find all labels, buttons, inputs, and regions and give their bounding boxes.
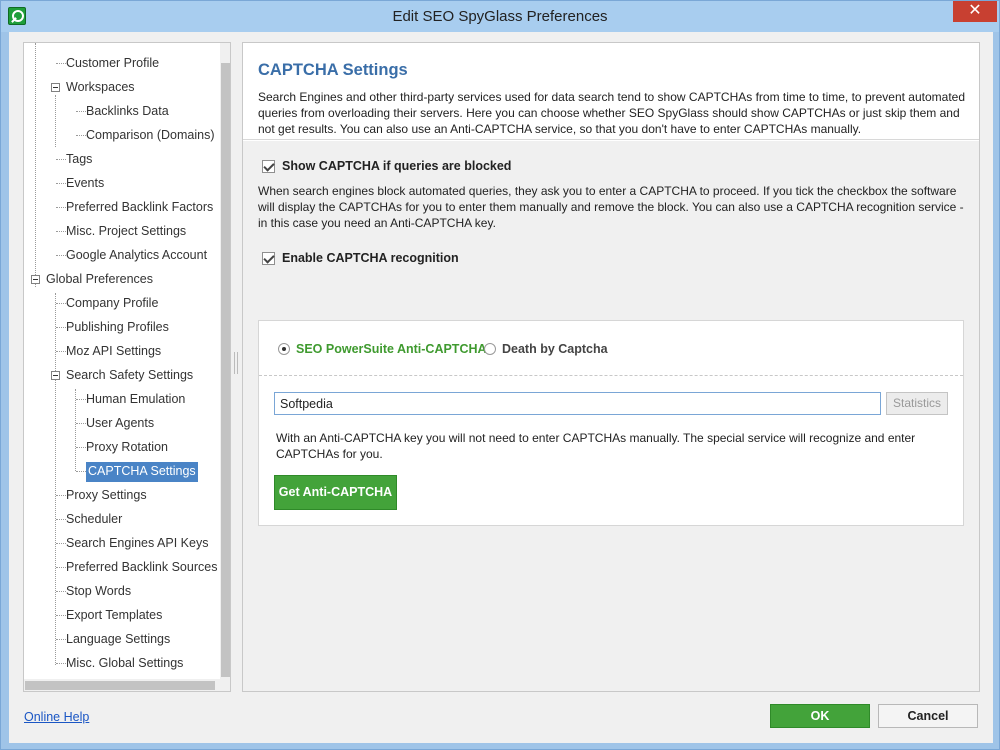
statistics-button[interactable]: Statistics xyxy=(886,392,948,415)
tree-item-human-emulation[interactable]: Human Emulation xyxy=(84,390,187,410)
tree-item-misc-global-settings[interactable]: Misc. Global Settings xyxy=(64,654,185,674)
show-captcha-checkbox[interactable] xyxy=(262,160,275,173)
tree-item-customer-profile[interactable]: Customer Profile xyxy=(64,54,161,74)
tree-item-preferred-backlink-factors[interactable]: Preferred Backlink Factors xyxy=(64,198,215,218)
tree-item-comparison-domains[interactable]: Comparison (Domains) xyxy=(84,126,217,146)
close-button[interactable]: ✕ xyxy=(953,1,997,22)
tree-horizontal-scroll-thumb[interactable] xyxy=(25,681,215,690)
preferences-window: Edit SEO SpyGlass Preferences ✕ Customer… xyxy=(0,0,1000,750)
tree-item-preferred-backlink-sources[interactable]: Preferred Backlink Sources xyxy=(64,558,219,578)
dialog-body: Customer Profile Workspaces Backlinks Da… xyxy=(9,32,993,743)
tree-item-captcha-settings[interactable]: CAPTCHA Settings xyxy=(86,462,198,482)
tree-item-misc-project-settings[interactable]: Misc. Project Settings xyxy=(64,222,188,242)
ok-button[interactable]: OK xyxy=(770,704,870,728)
show-captcha-label[interactable]: Show CAPTCHA if queries are blocked xyxy=(282,159,511,173)
show-captcha-help: When search engines block automated quer… xyxy=(258,184,964,230)
tree-item-proxy-settings[interactable]: Proxy Settings xyxy=(64,486,149,506)
tree-item-global-preferences[interactable]: Global Preferences xyxy=(44,270,155,290)
dashed-divider xyxy=(259,375,963,376)
tree-item-backlinks-data[interactable]: Backlinks Data xyxy=(84,102,171,122)
tree-guide-line xyxy=(75,389,76,471)
collapse-workspaces-icon[interactable] xyxy=(51,83,60,92)
seo-powersuite-radio[interactable] xyxy=(278,343,290,355)
tree-vertical-scroll-thumb[interactable] xyxy=(221,63,230,677)
death-by-captcha-radio[interactable] xyxy=(484,343,496,355)
tree-item-publishing-profiles[interactable]: Publishing Profiles xyxy=(64,318,171,338)
anti-captcha-key-input[interactable] xyxy=(274,392,881,415)
tree-item-user-agents[interactable]: User Agents xyxy=(84,414,156,434)
recognition-service-panel: SEO PowerSuite Anti-CAPTCHA Death by Cap… xyxy=(258,320,964,526)
tree-guide-line xyxy=(55,95,56,147)
tree-item-language-settings[interactable]: Language Settings xyxy=(64,630,172,650)
death-by-captcha-label[interactable]: Death by Captcha xyxy=(502,342,608,356)
title-bar[interactable]: Edit SEO SpyGlass Preferences ✕ xyxy=(1,1,999,32)
tree-item-scheduler[interactable]: Scheduler xyxy=(64,510,124,530)
tree-item-search-safety-settings[interactable]: Search Safety Settings xyxy=(64,366,195,386)
tree-item-workspaces[interactable]: Workspaces xyxy=(64,78,137,98)
tree-item-export-templates[interactable]: Export Templates xyxy=(64,606,164,626)
enable-recognition-label[interactable]: Enable CAPTCHA recognition xyxy=(282,251,459,265)
panel-splitter-handle[interactable] xyxy=(234,352,238,374)
settings-panel: CAPTCHA Settings Search Engines and othe… xyxy=(242,42,980,692)
settings-header: CAPTCHA Settings Search Engines and othe… xyxy=(243,43,979,140)
collapse-search-safety-icon[interactable] xyxy=(51,371,60,380)
collapse-global-preferences-icon[interactable] xyxy=(31,275,40,284)
tree-guide-line xyxy=(35,43,36,287)
enable-recognition-option[interactable]: Enable CAPTCHA recognition xyxy=(262,251,522,267)
tree-item-moz-api-settings[interactable]: Moz API Settings xyxy=(64,342,163,362)
settings-body: Show CAPTCHA if queries are blocked When… xyxy=(243,141,979,691)
page-description: Search Engines and other third-party ser… xyxy=(258,90,966,136)
preferences-tree: Customer Profile Workspaces Backlinks Da… xyxy=(23,42,231,692)
get-anti-captcha-button[interactable]: Get Anti-CAPTCHA xyxy=(274,475,397,510)
tree-guide-line xyxy=(55,293,56,665)
tree-item-proxy-rotation[interactable]: Proxy Rotation xyxy=(84,438,170,458)
window-title: Edit SEO SpyGlass Preferences xyxy=(392,8,608,25)
tree-item-company-profile[interactable]: Company Profile xyxy=(64,294,160,314)
tree-item-search-engines-api-keys[interactable]: Search Engines API Keys xyxy=(64,534,210,554)
tree-item-events[interactable]: Events xyxy=(64,174,106,194)
enable-recognition-checkbox[interactable] xyxy=(262,252,275,265)
online-help-link[interactable]: Online Help xyxy=(24,710,89,724)
show-captcha-option[interactable]: Show CAPTCHA if queries are blocked xyxy=(262,159,562,175)
anti-captcha-help: With an Anti-CAPTCHA key you will not ne… xyxy=(276,431,916,461)
seo-powersuite-label[interactable]: SEO PowerSuite Anti-CAPTCHA xyxy=(296,342,487,356)
tree-connector xyxy=(76,471,86,472)
tree-item-stop-words[interactable]: Stop Words xyxy=(64,582,133,602)
tree-item-google-analytics-account[interactable]: Google Analytics Account xyxy=(64,246,209,266)
cancel-button[interactable]: Cancel xyxy=(878,704,978,728)
tree-item-tags[interactable]: Tags xyxy=(64,150,94,170)
page-title: CAPTCHA Settings xyxy=(258,61,408,79)
